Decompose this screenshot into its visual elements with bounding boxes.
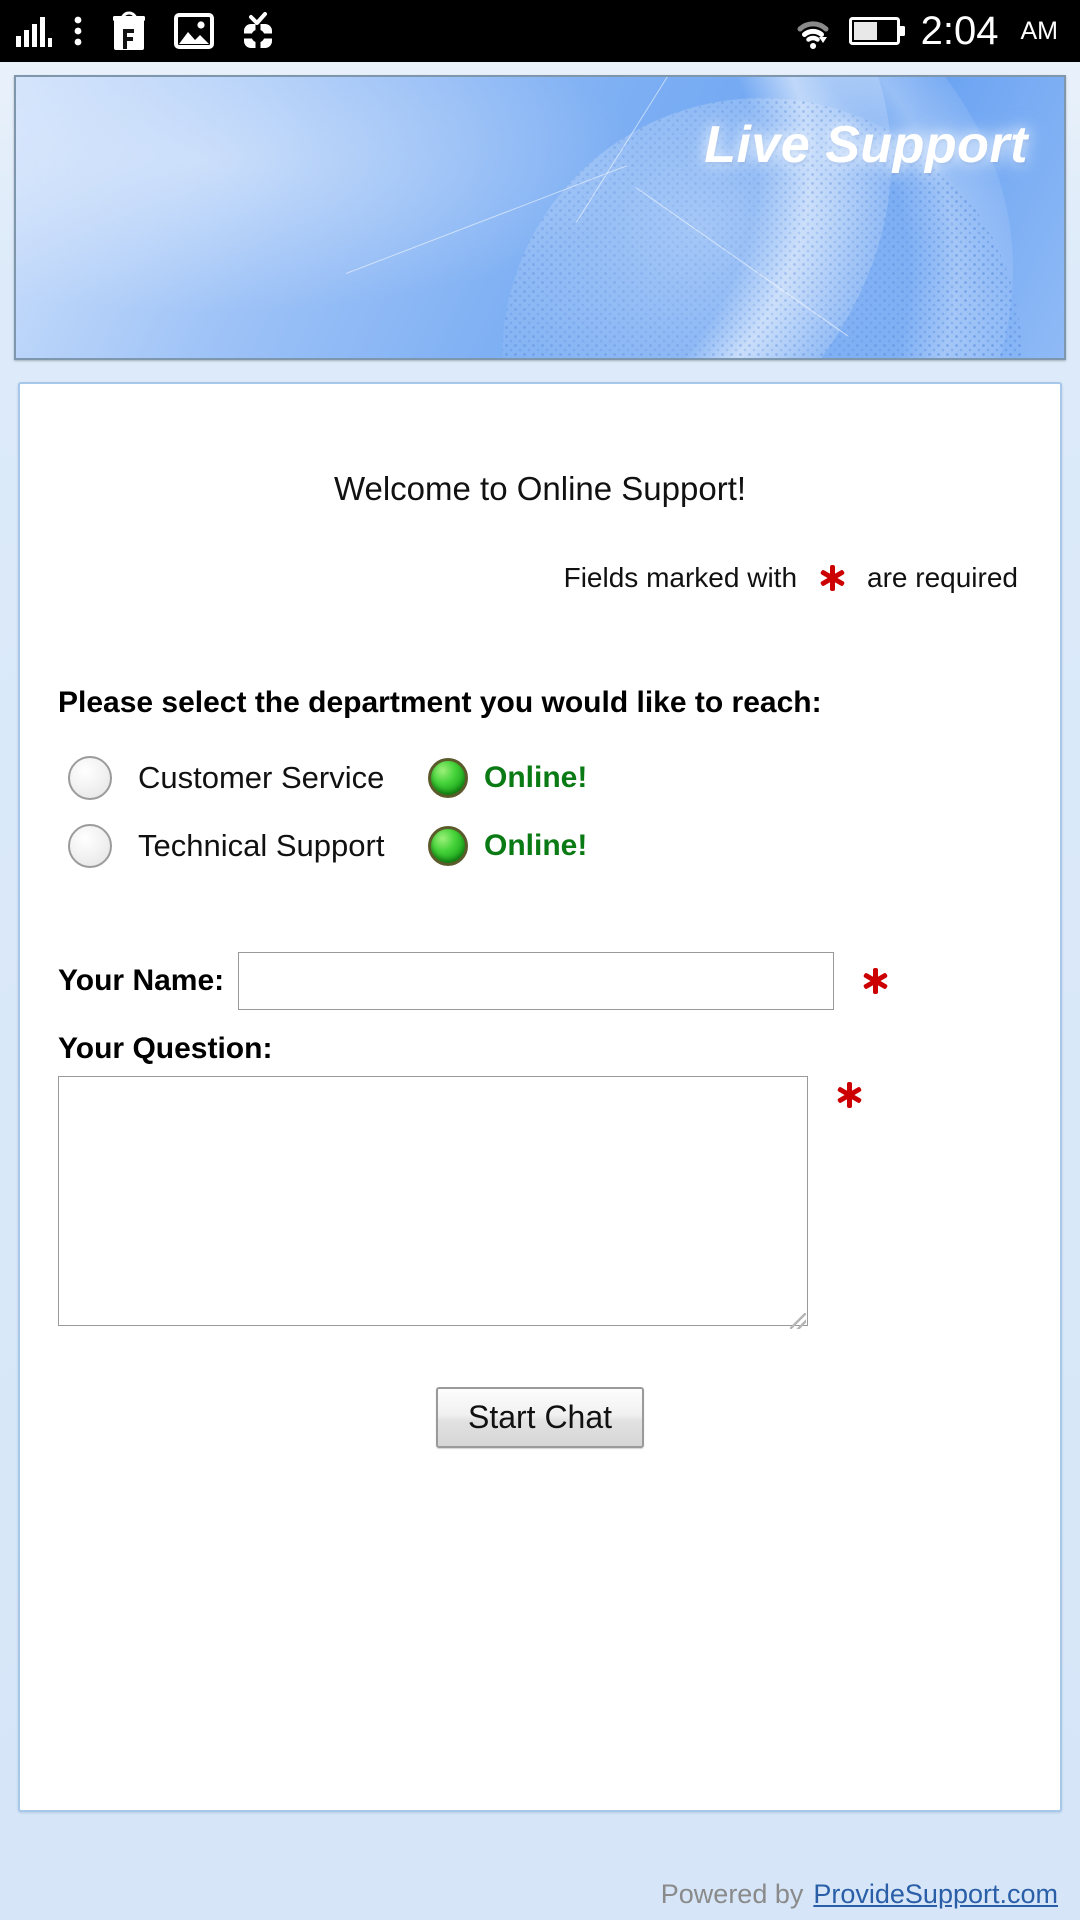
- required-fields-note: Fields marked with are required: [20, 562, 1060, 594]
- footer-attribution: Powered by ProvideSupport.com: [661, 1879, 1058, 1910]
- required-note-prefix: Fields marked with: [563, 562, 798, 593]
- online-status-orb-icon: [428, 826, 468, 866]
- banner-title: Live Support: [704, 116, 1028, 174]
- name-field-label: Your Name:: [58, 964, 225, 997]
- provide-support-link[interactable]: ProvideSupport.com: [813, 1879, 1058, 1910]
- radio-customer-service[interactable]: [68, 756, 112, 800]
- question-field-row: [20, 1076, 1060, 1331]
- name-input[interactable]: [238, 952, 835, 1010]
- status-bar: 2:04 AM: [0, 0, 1080, 62]
- status-bar-left-icons: [0, 10, 276, 52]
- name-field-row: Your Name:: [20, 952, 1060, 1010]
- welcome-message: Welcome to Online Support!: [333, 470, 747, 507]
- textarea-resize-handle[interactable]: [790, 1313, 806, 1329]
- flipkart-shopping-bag-icon: [110, 11, 148, 51]
- department-status-text: Online!: [484, 761, 588, 794]
- live-support-banner: Live Support: [14, 75, 1066, 360]
- required-asterisk-icon: [819, 565, 846, 591]
- department-status-text: Online!: [484, 829, 588, 862]
- department-option-technical-support[interactable]: Technical Support Online!: [68, 812, 1060, 880]
- question-field-label: Your Question:: [58, 1032, 273, 1065]
- department-options-list: Customer Service Online! Technical Suppo…: [68, 744, 1060, 880]
- required-asterisk-icon: [836, 1082, 863, 1108]
- required-note-suffix: are required: [867, 562, 1018, 593]
- start-chat-button[interactable]: Start Chat: [435, 1387, 645, 1448]
- page-body: Live Support Welcome to Online Support! …: [0, 62, 1080, 1920]
- department-option-customer-service[interactable]: Customer Service Online!: [68, 744, 1060, 812]
- signal-bars-icon: [14, 14, 56, 48]
- submit-row: Start Chat: [20, 1387, 1060, 1448]
- chat-request-form-panel: Welcome to Online Support! Fields marked…: [18, 382, 1062, 1812]
- contact-form: Your Name: Your Question: Start Chat: [20, 952, 1060, 1448]
- online-status-orb-icon: [428, 758, 468, 798]
- overflow-menu-icon[interactable]: [72, 14, 84, 48]
- department-label: Technical Support: [138, 828, 385, 863]
- department-label: Customer Service: [138, 760, 385, 795]
- battery-icon: [848, 15, 907, 47]
- question-textarea-container: [58, 1076, 808, 1331]
- radio-technical-support[interactable]: [68, 824, 112, 868]
- status-bar-clock: 2:04: [920, 9, 999, 53]
- powered-by-label: Powered by: [660, 1879, 804, 1909]
- status-bar-ampm: AM: [1020, 16, 1059, 45]
- required-asterisk-icon: [862, 968, 889, 994]
- gallery-image-icon: [174, 12, 214, 50]
- status-bar-right: 2:04 AM: [791, 11, 1080, 51]
- app-update-check-icon: [240, 10, 276, 52]
- department-heading: Please select the department you would l…: [58, 686, 822, 719]
- wifi-icon: [791, 13, 835, 49]
- question-textarea[interactable]: [58, 1076, 808, 1326]
